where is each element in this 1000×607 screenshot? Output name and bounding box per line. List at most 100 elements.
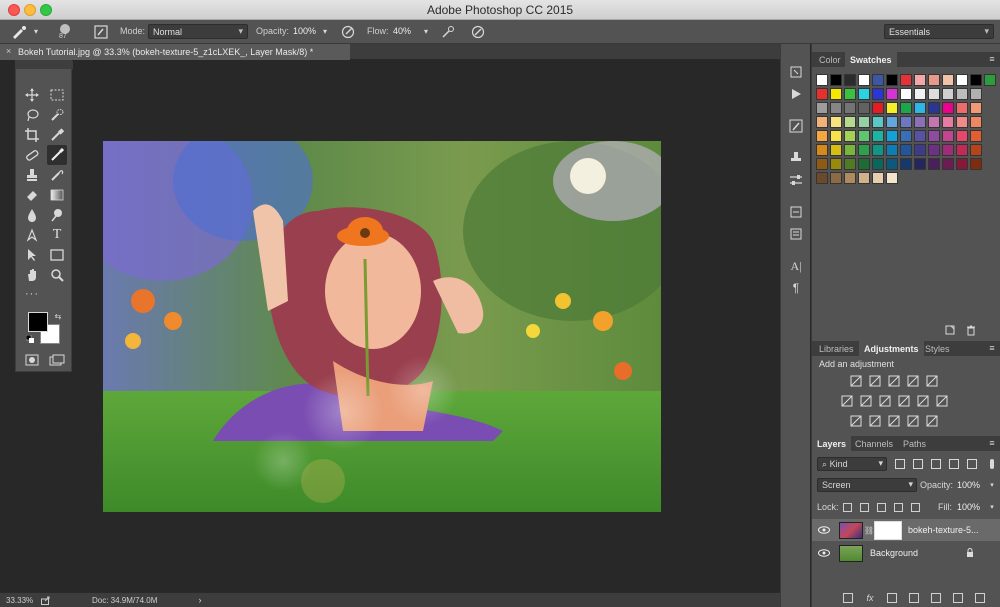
lock-all-icon[interactable] — [910, 502, 921, 513]
color-swatch[interactable] — [844, 88, 856, 100]
invert-icon[interactable] — [849, 414, 862, 427]
color-swatch[interactable] — [928, 88, 940, 100]
hand-tool-icon[interactable] — [22, 265, 42, 285]
blend-mode-select[interactable]: Screen ▾ — [817, 478, 917, 492]
tab-paths[interactable]: Paths — [898, 436, 931, 451]
color-swatch[interactable] — [942, 74, 954, 86]
foreground-color-swatch[interactable] — [28, 312, 48, 332]
color-swatch[interactable] — [956, 88, 968, 100]
share-icon[interactable] — [40, 595, 50, 605]
tab-swatches[interactable]: Swatches — [845, 52, 897, 67]
eyedropper-tool-icon[interactable] — [47, 125, 67, 145]
link-icon[interactable]: ⛓ — [864, 525, 874, 535]
airbrush-icon[interactable] — [440, 24, 456, 40]
color-swatch[interactable] — [844, 158, 856, 170]
screen-mode-icon[interactable] — [47, 350, 67, 370]
color-swatch[interactable] — [816, 74, 828, 86]
color-swatch[interactable] — [928, 102, 940, 114]
layer-style-fx-icon[interactable]: fx — [864, 592, 876, 604]
color-swatch[interactable] — [844, 102, 856, 114]
color-swatch[interactable] — [942, 158, 954, 170]
tab-color[interactable]: Color — [814, 52, 846, 67]
move-tool-icon[interactable] — [22, 85, 42, 105]
gradient-tool-icon[interactable] — [47, 185, 67, 205]
color-swatch[interactable] — [956, 144, 968, 156]
actions-panel-icon[interactable] — [788, 86, 804, 102]
lock-position-icon[interactable] — [876, 502, 887, 513]
flow-value[interactable]: 40% — [393, 26, 411, 36]
color-swatch[interactable] — [872, 88, 884, 100]
color-swatch[interactable] — [900, 74, 912, 86]
color-swatch[interactable] — [816, 158, 828, 170]
layer-row-bokeh[interactable]: ⛓ bokeh-texture-5... — [812, 519, 1000, 541]
color-swatch[interactable] — [970, 88, 982, 100]
color-swatch[interactable] — [816, 130, 828, 142]
color-swatch[interactable] — [816, 172, 828, 184]
levels-icon[interactable] — [868, 374, 881, 387]
rectangle-tool-icon[interactable] — [47, 245, 67, 265]
healing-brush-tool-icon[interactable] — [22, 145, 42, 165]
photo-filter-icon[interactable] — [897, 394, 910, 407]
black-white-icon[interactable] — [878, 394, 891, 407]
color-swatch[interactable] — [858, 172, 870, 184]
quick-mask-mode-icon[interactable] — [22, 350, 42, 370]
new-adjustment-layer-icon[interactable] — [908, 592, 920, 604]
pressure-opacity-icon[interactable] — [340, 24, 356, 40]
tab-channels[interactable]: Channels — [850, 436, 898, 451]
blur-tool-icon[interactable] — [22, 205, 42, 225]
color-swatch[interactable] — [956, 74, 968, 86]
fill-slider-toggle-icon[interactable]: ▾ — [988, 503, 996, 511]
color-swatch[interactable] — [872, 172, 884, 184]
color-swatch[interactable] — [872, 144, 884, 156]
dodge-tool-icon[interactable] — [47, 205, 67, 225]
layer-opacity-value[interactable]: 100% — [957, 480, 980, 490]
color-swatch[interactable] — [900, 102, 912, 114]
color-swatch[interactable] — [970, 74, 982, 86]
color-swatch[interactable] — [928, 116, 940, 128]
history-brush-tool-icon[interactable] — [47, 165, 67, 185]
color-swatch[interactable] — [928, 144, 940, 156]
channel-mixer-icon[interactable] — [916, 394, 929, 407]
filter-adjustment-icon[interactable] — [912, 458, 924, 470]
color-swatch[interactable] — [900, 158, 912, 170]
gradient-map-icon[interactable] — [925, 414, 938, 427]
threshold-icon[interactable] — [887, 414, 900, 427]
default-colors-icon[interactable] — [26, 335, 34, 343]
tool-presets-panel-icon[interactable] — [788, 172, 804, 188]
new-group-icon[interactable] — [930, 592, 942, 604]
color-swatch[interactable] — [830, 172, 842, 184]
paragraph-panel-icon[interactable]: ¶ — [788, 280, 804, 296]
color-swatch[interactable] — [886, 102, 898, 114]
tab-libraries[interactable]: Libraries — [814, 341, 859, 356]
color-swatch[interactable] — [844, 130, 856, 142]
fill-value[interactable]: 100% — [957, 502, 980, 512]
color-swatch[interactable] — [886, 144, 898, 156]
quick-selection-tool-icon[interactable] — [47, 105, 67, 125]
color-swatch[interactable] — [914, 102, 926, 114]
add-layer-mask-icon[interactable] — [886, 592, 898, 604]
flow-slider-toggle-icon[interactable]: ▾ — [421, 26, 431, 36]
opacity-slider-toggle-icon[interactable]: ▾ — [988, 481, 996, 489]
color-swatch[interactable] — [858, 102, 870, 114]
color-balance-icon[interactable] — [859, 394, 872, 407]
color-swatch[interactable] — [872, 102, 884, 114]
color-swatch[interactable] — [816, 116, 828, 128]
document-canvas-photo[interactable] — [103, 141, 661, 512]
pressure-size-icon[interactable] — [470, 24, 486, 40]
clone-stamp-tool-icon[interactable] — [22, 165, 42, 185]
marquee-tool-icon[interactable] — [47, 85, 67, 105]
color-swatch[interactable] — [914, 158, 926, 170]
exposure-icon[interactable] — [906, 374, 919, 387]
color-swatch[interactable] — [858, 144, 870, 156]
color-swatch[interactable] — [970, 116, 982, 128]
pen-tool-icon[interactable] — [22, 225, 42, 245]
lock-image-pixels-icon[interactable] — [859, 502, 870, 513]
color-swatch[interactable] — [858, 74, 870, 86]
color-swatch[interactable] — [872, 116, 884, 128]
type-tool-icon[interactable]: T — [47, 225, 67, 245]
color-swatch[interactable] — [956, 102, 968, 114]
info-panel-icon[interactable] — [788, 226, 804, 242]
layer-name[interactable]: bokeh-texture-5... — [908, 525, 979, 535]
crop-tool-icon[interactable] — [22, 125, 42, 145]
filter-smart-object-icon[interactable] — [966, 458, 978, 470]
